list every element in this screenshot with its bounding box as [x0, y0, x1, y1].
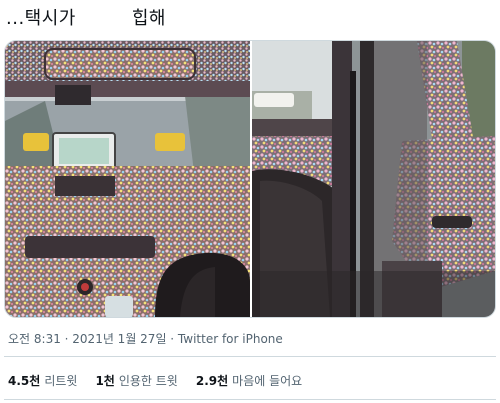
quote-count-label: 인용한 트윗: [118, 374, 178, 388]
like-count-label: 마음에 들어요: [232, 374, 303, 388]
divider-bottom: [4, 399, 496, 400]
photo-car-dashboard[interactable]: [5, 41, 250, 317]
like-count-value: 2.9천: [195, 374, 229, 388]
like-count[interactable]: 2.9천 마음에 들어요: [196, 372, 302, 389]
retweet-count-value: 4.5천: [8, 374, 41, 388]
quote-count-value: 1천: [95, 374, 115, 388]
retweet-count[interactable]: 4.5천 리트윗: [8, 372, 77, 389]
retweet-count-label: 리트윗: [44, 374, 78, 388]
tweet-media[interactable]: [4, 40, 496, 318]
tweet-text: ...택시가 힙해: [6, 8, 166, 29]
photo-car-door[interactable]: [252, 41, 495, 317]
tweet-timestamp[interactable]: 오전 8:31 · 2021년 1월 27일 · Twitter for iPh…: [8, 330, 283, 347]
tweet-stats: 4.5천 리트윗 1천 인용한 트윗 2.9천 마음에 들어요: [8, 372, 302, 389]
quote-count[interactable]: 1천 인용한 트윗: [95, 372, 177, 389]
divider-top: [4, 356, 496, 357]
